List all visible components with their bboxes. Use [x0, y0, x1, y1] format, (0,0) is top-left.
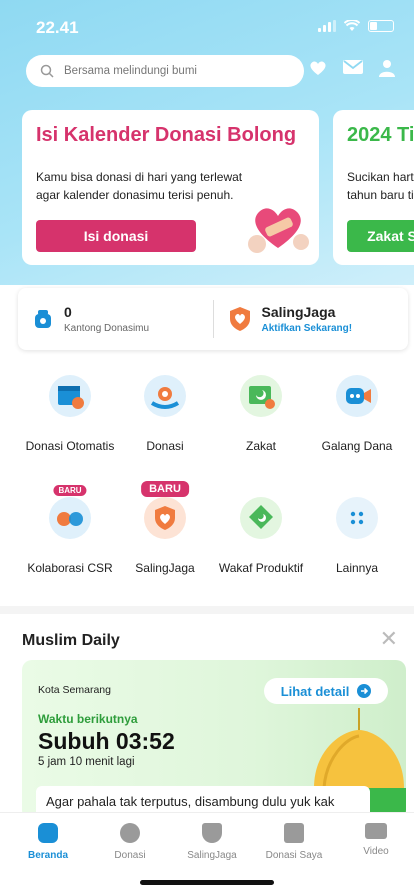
menu-label: Lainnya	[335, 561, 379, 575]
tab-label: Donasi	[114, 850, 146, 861]
more-dots-icon	[336, 497, 378, 539]
tab-salingjaga[interactable]: SalingJaga	[172, 823, 252, 861]
menu-label: Galang Dana	[321, 439, 393, 453]
city-label: Kota Semarang	[38, 684, 111, 696]
promo-carousel[interactable]: Isi Kalender Donasi Bolong Kamu bisa don…	[22, 110, 414, 265]
status-icons	[318, 20, 394, 32]
promo-card-title: 2024 Ti	[347, 124, 414, 146]
tab-label: Beranda	[27, 850, 68, 861]
zakat-button[interactable]: Zakat S	[347, 220, 414, 252]
tab-donasi-saya[interactable]: Donasi Saya	[254, 823, 334, 861]
prayer-time: Subuh 03:52	[38, 728, 175, 754]
promo-card-body: Kamu bisa donasi di hari yang terlewat a…	[36, 170, 243, 202]
menu-donasi[interactable]: Donasi	[110, 375, 220, 453]
tab-label: Video	[363, 846, 389, 857]
app-screen: 22.41 Bersama melindungi bumi Isi Kalend…	[0, 0, 414, 892]
menu-kolaborasi-csr[interactable]: BARU Kolaborasi CSR	[15, 485, 125, 575]
shield-heart-icon	[229, 307, 250, 331]
promo-card-body: Sucikan harta tahun baru ti	[347, 170, 414, 202]
close-icon[interactable]: ✕	[380, 626, 398, 652]
menu-lainnya[interactable]: Lainnya	[302, 497, 412, 575]
new-badge: BARU	[53, 485, 87, 496]
salingjaga-title: SalingJaga	[261, 304, 336, 320]
promo-card-calendar[interactable]: Isi Kalender Donasi Bolong Kamu bisa don…	[22, 110, 319, 265]
signal-icon	[318, 20, 336, 32]
menu-zakat[interactable]: Zakat	[206, 375, 316, 453]
calendar-heart-icon	[49, 375, 91, 417]
menu-label: Zakat	[245, 439, 276, 453]
arrow-right-circle-icon	[357, 684, 372, 698]
wakaf-icon	[240, 497, 282, 539]
prayer-time-card[interactable]: Kota Semarang Lihat detail Waktu berikut…	[22, 660, 406, 820]
mail-icon[interactable]	[342, 59, 364, 75]
shield-heart-icon: BARU	[141, 481, 189, 539]
fundraise-megaphone-icon	[336, 375, 378, 417]
muslim-daily-title: Muslim Daily	[22, 632, 120, 649]
home-icon	[38, 823, 58, 843]
isi-donasi-button[interactable]: Isi donasi	[36, 220, 196, 252]
heart-bandage-illustration	[248, 208, 309, 253]
wallet-label: Kantong Donasimu	[64, 323, 150, 334]
menu-label: Donasi	[146, 439, 184, 453]
new-badge: BARU	[141, 481, 189, 497]
zakat-icon	[240, 375, 282, 417]
time-remaining: 5 jam 10 menit lagi	[38, 756, 135, 768]
aktifkan-link[interactable]: Aktifkan Sekarang!	[262, 323, 353, 334]
tab-label: Donasi Saya	[265, 850, 323, 861]
battery-icon	[368, 20, 394, 32]
status-bar: 22.41	[36, 16, 394, 40]
heart-hand-icon[interactable]	[308, 59, 328, 77]
menu-wakaf-produktif[interactable]: Wakaf Produktif	[206, 497, 316, 575]
lihat-detail-label: Lihat detail	[280, 683, 350, 699]
video-icon	[365, 823, 387, 839]
promo-card-title: Isi Kalender Donasi Bolong	[36, 124, 297, 146]
menu-galang-dana[interactable]: Galang Dana	[302, 375, 412, 453]
wifi-icon	[344, 20, 360, 31]
salingjaga-cta[interactable]: SalingJaga Aktifkan Sekarang!	[214, 288, 409, 350]
tab-label: SalingJaga	[187, 850, 237, 861]
wallet-panel: 0 Kantong Donasimu SalingJaga Aktifkan S…	[18, 288, 408, 350]
donation-hand-icon	[144, 375, 186, 417]
header-actions	[308, 59, 396, 77]
search-placeholder: Bersama melindungi bumi	[64, 65, 197, 77]
menu-label: Kolaborasi CSR	[27, 561, 113, 575]
csr-collab-icon: BARU	[49, 485, 91, 539]
menu-label: SalingJaga	[135, 561, 195, 575]
menu-label: Donasi Otomatis	[25, 439, 115, 453]
tab-donasi[interactable]: Donasi	[90, 823, 170, 861]
donasi-icon	[120, 823, 140, 843]
wallet-jar-icon	[35, 310, 51, 328]
menu-donasi-otomatis[interactable]: Donasi Otomatis	[15, 375, 125, 453]
tab-video[interactable]: Video	[336, 823, 414, 857]
profile-icon[interactable]	[378, 59, 396, 77]
next-prayer-label: Waktu berikutnya	[38, 712, 138, 726]
wallet-amount: 0	[64, 304, 72, 320]
status-time: 22.41	[36, 18, 79, 37]
menu-salingjaga[interactable]: BARU SalingJaga	[110, 481, 220, 575]
kantong-donasi[interactable]: 0 Kantong Donasimu	[18, 288, 213, 350]
menu-label: Wakaf Produktif	[218, 561, 304, 575]
tab-beranda[interactable]: Beranda	[8, 823, 88, 861]
bottom-tab-bar: Beranda Donasi SalingJaga Donasi Saya Vi…	[0, 812, 414, 892]
document-icon	[284, 823, 304, 843]
search-icon	[40, 64, 54, 78]
promo-card-zakat[interactable]: 2024 Ti Sucikan harta tahun baru ti Zaka…	[333, 110, 414, 265]
home-indicator	[140, 880, 274, 885]
search-bar[interactable]: Bersama melindungi bumi	[26, 55, 304, 87]
section-divider	[0, 606, 414, 614]
shield-icon	[202, 823, 222, 843]
lihat-detail-button[interactable]: Lihat detail	[264, 678, 388, 704]
